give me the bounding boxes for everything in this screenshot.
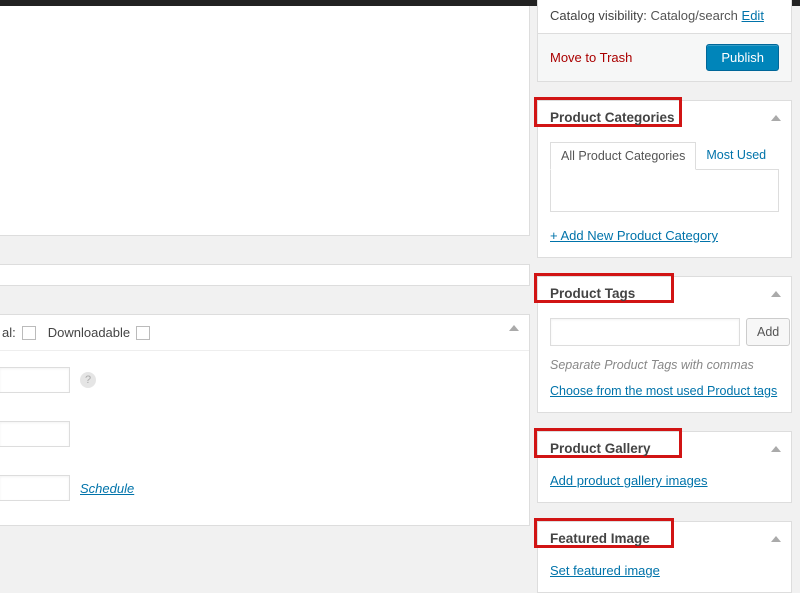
schedule-link[interactable]: Schedule	[80, 481, 134, 496]
product-data-metabox: al: Downloadable ? Schedule	[0, 314, 530, 526]
collapse-icon[interactable]	[509, 325, 519, 331]
tab-all-categories[interactable]: All Product Categories	[550, 142, 696, 170]
sale-price-input[interactable]	[0, 421, 70, 447]
help-icon[interactable]: ?	[80, 372, 96, 388]
collapse-icon[interactable]	[771, 291, 781, 297]
catalog-edit-link[interactable]: Edit	[742, 8, 764, 23]
collapse-icon[interactable]	[771, 446, 781, 452]
sale-dates-input[interactable]	[0, 475, 70, 501]
tags-input[interactable]	[550, 318, 740, 346]
set-featured-image-link[interactable]: Set featured image	[550, 563, 660, 578]
featured-image-metabox: Featured Image Set featured image	[537, 521, 792, 593]
category-checklist-panel[interactable]	[550, 170, 779, 212]
short-description-bar[interactable]	[0, 264, 530, 286]
collapse-icon[interactable]	[771, 115, 781, 121]
product-gallery-title: Product Gallery	[550, 441, 651, 456]
publish-button[interactable]: Publish	[706, 44, 779, 71]
add-new-category-link[interactable]: + Add New Product Category	[550, 228, 718, 243]
product-tags-metabox: Product Tags Add Separate Product Tags w…	[537, 276, 792, 413]
catalog-visibility-value: Catalog/search	[650, 8, 737, 23]
downloadable-label: Downloadable	[48, 325, 130, 340]
move-to-trash-link[interactable]: Move to Trash	[550, 50, 632, 65]
product-gallery-metabox: Product Gallery Add product gallery imag…	[537, 431, 792, 503]
product-categories-title: Product Categories	[550, 110, 675, 125]
tab-most-used[interactable]: Most Used	[696, 142, 776, 169]
catalog-visibility-label: Catalog visibility:	[550, 8, 647, 23]
collapse-icon[interactable]	[771, 536, 781, 542]
add-gallery-images-link[interactable]: Add product gallery images	[550, 473, 708, 488]
downloadable-checkbox[interactable]	[136, 326, 150, 340]
choose-from-most-used-link[interactable]: Choose from the most used Product tags	[550, 384, 777, 398]
tags-hint: Separate Product Tags with commas	[550, 358, 779, 372]
featured-image-title: Featured Image	[550, 531, 650, 546]
main-editor-area[interactable]	[0, 6, 530, 236]
virtual-partial-label: al:	[2, 325, 16, 340]
product-tags-title: Product Tags	[550, 286, 635, 301]
product-categories-metabox: Product Categories All Product Categorie…	[537, 100, 792, 258]
regular-price-input[interactable]	[0, 367, 70, 393]
add-tag-button[interactable]: Add	[746, 318, 790, 346]
virtual-checkbox[interactable]	[22, 326, 36, 340]
publish-metabox: Catalog visibility: Catalog/search Edit …	[537, 0, 792, 82]
